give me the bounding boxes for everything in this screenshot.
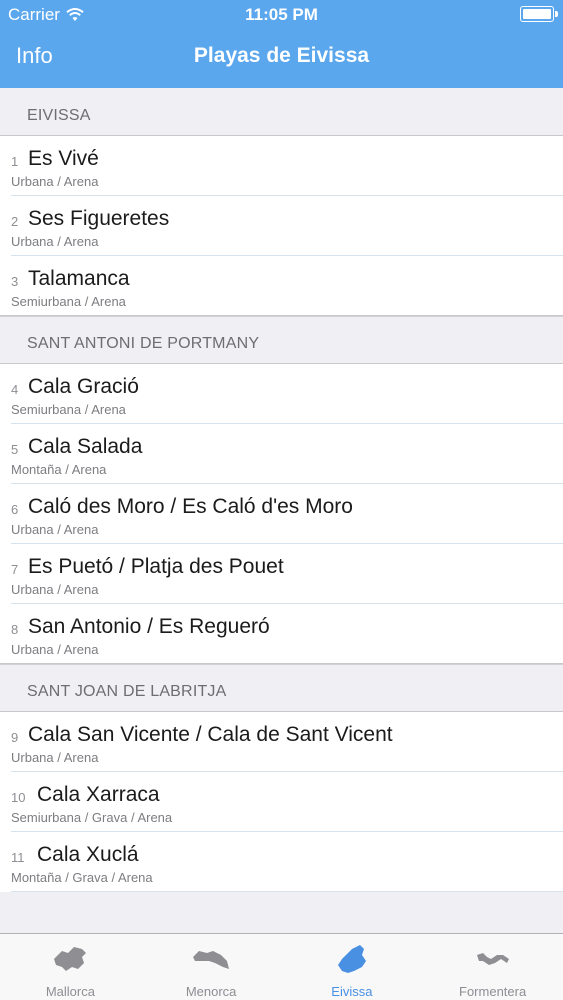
beach-name: Es Vivé [28,147,99,170]
beach-name: Cala Gració [28,375,139,398]
item-number: 7 [11,562,19,577]
section-title: EIVISSA [27,107,91,124]
section-title: SANT JOAN DE LABRITJA [27,683,227,700]
beach-type: Montaña / Arena [11,462,107,477]
section-header-eivissa: EIVISSA [0,88,563,136]
tab-label: Menorca [185,984,237,999]
list-item[interactable]: 6 Caló des Moro / Es Caló d'es Moro Urba… [0,484,563,544]
tab-bar: Mallorca Menorca Eivissa Formentera [0,933,563,1000]
beach-name: Cala Xuclá [37,843,139,866]
beach-list[interactable]: EIVISSA 1 Es Vivé Urbana / Arena 2 Ses F… [0,88,563,933]
item-number: 11 [11,850,25,865]
item-number: 10 [11,790,26,805]
beach-name: Es Puetó / Platja des Pouet [28,555,284,578]
beach-type: Semiurbana / Grava / Arena [11,810,173,825]
status-bar: Carrier 11:05 PM [0,0,563,30]
beach-name: Talamanca [28,267,130,290]
beach-type: Urbana / Arena [11,642,99,657]
beach-type: Montaña / Grava / Arena [11,870,153,885]
section-rows: 1 Es Vivé Urbana / Arena 2 Ses Figuerete… [0,136,563,316]
list-item[interactable]: 2 Ses Figueretes Urbana / Arena [0,196,563,256]
section-header-sant-joan: SANT JOAN DE LABRITJA [0,664,563,712]
beach-name: Caló des Moro / Es Caló d'es Moro [28,495,353,518]
eivissa-island-icon [337,945,366,973]
list-item[interactable]: 4 Cala Gració Semiurbana / Arena [0,364,563,424]
list-item[interactable]: 3 Talamanca Semiurbana / Arena [0,256,563,316]
beach-type: Urbana / Arena [11,582,99,597]
tab-label: Mallorca [45,984,95,999]
item-number: 8 [11,622,19,637]
list-item[interactable]: 5 Cala Salada Montaña / Arena [0,424,563,484]
beach-type: Semiurbana / Arena [11,402,126,417]
list-item[interactable]: 11 Cala Xuclá Montaña / Grava / Arena [0,832,563,892]
tab-label: Formentera [459,984,527,999]
list-item[interactable]: 7 Es Puetó / Platja des Pouet Urbana / A… [0,544,563,604]
tab-mallorca[interactable]: Mallorca [0,934,141,1000]
beach-type: Urbana / Arena [11,750,99,765]
tab-eivissa[interactable]: Eivissa [282,934,423,1000]
battery-icon [520,6,558,22]
item-number: 4 [11,382,19,397]
section-rows: 4 Cala Gració Semiurbana / Arena 5 Cala … [0,364,563,664]
item-number: 9 [11,730,19,745]
section-rows: 9 Cala San Vicente / Cala de Sant Vicent… [0,712,563,892]
beach-type: Urbana / Arena [11,522,99,537]
beach-name: Cala Salada [28,435,143,458]
list-item[interactable]: 1 Es Vivé Urbana / Arena [0,136,563,196]
item-number: 6 [11,502,19,517]
status-time: 11:05 PM [245,5,318,24]
tab-formentera[interactable]: Formentera [422,934,563,1000]
item-number: 5 [11,442,19,457]
tab-menorca[interactable]: Menorca [141,934,282,1000]
section-title: SANT ANTONI DE PORTMANY [27,335,260,352]
beach-type: Urbana / Arena [11,234,99,249]
navigation-bar: Info Playas de Eivissa [0,30,563,88]
beach-name: Ses Figueretes [28,207,170,230]
beach-name: San Antonio / Es Regueró [28,615,270,638]
list-item[interactable]: 10 Cala Xarraca Semiurbana / Grava / Are… [0,772,563,832]
beach-type: Urbana / Arena [11,174,99,189]
formentera-island-icon [476,953,509,965]
list-item[interactable]: 8 San Antonio / Es Regueró Urbana / Aren… [0,604,563,664]
beach-name: Cala San Vicente / Cala de Sant Vicent [28,723,393,746]
item-number: 1 [11,154,19,169]
beach-type: Semiurbana / Arena [11,294,126,309]
list-item[interactable]: 9 Cala San Vicente / Cala de Sant Vicent… [0,712,563,772]
section-header-sant-antoni: SANT ANTONI DE PORTMANY [0,316,563,364]
item-number: 3 [11,274,19,289]
mallorca-island-icon [54,947,87,971]
item-number: 2 [11,214,19,229]
tab-label: Eivissa [331,984,373,999]
page-title: Playas de Eivissa [193,44,370,67]
menorca-island-icon [193,951,230,969]
beach-name: Cala Xarraca [37,783,160,806]
